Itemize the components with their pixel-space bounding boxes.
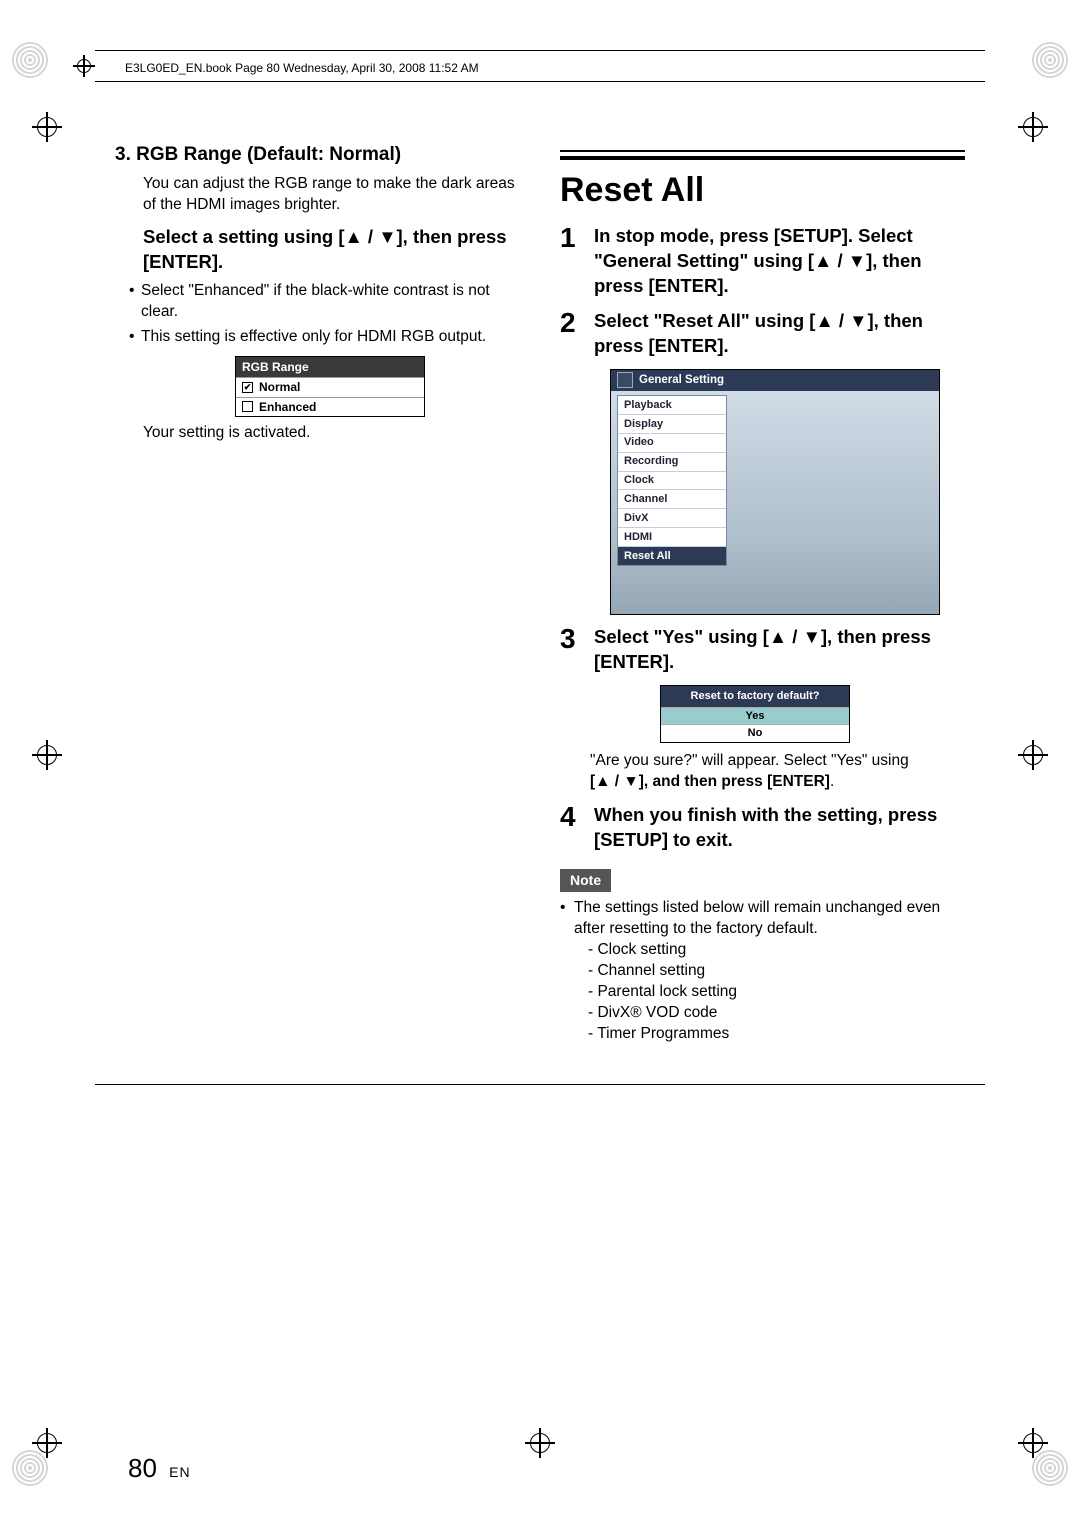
- confirm-followup-line1: "Are you sure?" will appear. Select "Yes…: [590, 751, 965, 772]
- section-description: You can adjust the RGB range to make the…: [143, 174, 520, 216]
- step-number: 1: [560, 224, 584, 299]
- osd-menu-item: Display: [618, 415, 726, 434]
- crop-mark-icon: [1030, 40, 1070, 80]
- note-badge: Note: [560, 869, 611, 892]
- step-2: 2 Select "Reset All" using [▲ / ▼], then…: [560, 309, 965, 359]
- note-item: - Parental lock setting: [588, 982, 965, 1003]
- osd-confirm-dialog: Reset to factory default? Yes No: [660, 685, 850, 744]
- step-number: 3: [560, 625, 584, 675]
- registration-mark-icon: [32, 112, 62, 142]
- osd-title: RGB Range: [236, 357, 424, 377]
- note-item: - Clock setting: [588, 940, 965, 961]
- registration-mark-icon: [73, 55, 95, 77]
- confirm-followup-bold: [▲ / ▼], and then press: [590, 773, 767, 790]
- confirm-followup-line2: [▲ / ▼], and then press [ENTER].: [590, 772, 965, 793]
- section-heading: 3. RGB Range (Default: Normal): [115, 142, 520, 168]
- step-text: Select "Yes" using [▲ / ▼], then press […: [594, 625, 965, 675]
- osd-option-normal: ✔ Normal: [236, 377, 424, 396]
- step-number: 2: [560, 309, 584, 359]
- osd-rgb-range-box: RGB Range ✔ Normal Enhanced: [235, 356, 425, 417]
- settings-icon: [617, 372, 633, 388]
- confirm-followup-enter: [ENTER]: [767, 773, 830, 790]
- confirm-question: Reset to factory default?: [661, 686, 849, 707]
- osd-option-enhanced: Enhanced: [236, 397, 424, 416]
- osd-menu-title: General Setting: [611, 370, 939, 392]
- confirmation-text: Your setting is activated.: [143, 423, 520, 444]
- osd-menu-item: HDMI: [618, 528, 726, 547]
- osd-menu-item: DivX: [618, 509, 726, 528]
- subsection-heading: Select a setting using [▲ / ▼], then pre…: [143, 225, 520, 275]
- step-number: 4: [560, 803, 584, 853]
- registration-mark-icon: [32, 1428, 62, 1458]
- registration-mark-icon: [525, 1428, 555, 1458]
- osd-option-label: Enhanced: [259, 399, 316, 415]
- page-lang: EN: [169, 1464, 190, 1480]
- step-text: In stop mode, press [SETUP]. Select "Gen…: [594, 224, 965, 299]
- note-item: - Timer Programmes: [588, 1024, 965, 1045]
- page-number: 80 EN: [128, 1453, 191, 1484]
- note-lead-text: The settings listed below will remain un…: [560, 898, 965, 940]
- confirm-followup-dot: .: [830, 773, 834, 790]
- registration-mark-icon: [1018, 740, 1048, 770]
- confirm-option-yes: Yes: [661, 707, 849, 725]
- checkbox-unchecked-icon: [242, 401, 253, 412]
- confirm-option-no: No: [661, 724, 849, 742]
- running-header: E3LG0ED_EN.book Page 80 Wednesday, April…: [95, 51, 985, 82]
- registration-mark-icon: [1018, 112, 1048, 142]
- content-area: 3. RGB Range (Default: Normal) You can a…: [95, 82, 985, 1084]
- page-number-value: 80: [128, 1453, 157, 1483]
- note-item: - DivX® VOD code: [588, 1003, 965, 1024]
- checkbox-checked-icon: ✔: [242, 382, 253, 393]
- step-text: Select "Reset All" using [▲ / ▼], then p…: [594, 309, 965, 359]
- step-1: 1 In stop mode, press [SETUP]. Select "G…: [560, 224, 965, 299]
- step-4: 4 When you finish with the setting, pres…: [560, 803, 965, 853]
- step-text: When you finish with the setting, press …: [594, 803, 965, 853]
- osd-menu-list: Playback Display Video Recording Clock C…: [617, 395, 727, 566]
- running-header-text: E3LG0ED_EN.book Page 80 Wednesday, April…: [125, 61, 479, 75]
- osd-menu-item: Clock: [618, 472, 726, 491]
- step-3: 3 Select "Yes" using [▲ / ▼], then press…: [560, 625, 965, 675]
- registration-mark-icon: [1018, 1428, 1048, 1458]
- crop-mark-icon: [10, 40, 50, 80]
- osd-menu-item-selected: Reset All: [618, 547, 726, 565]
- bullet-item: This setting is effective only for HDMI …: [129, 327, 520, 348]
- osd-option-label: Normal: [259, 379, 300, 395]
- note-block: The settings listed below will remain un…: [560, 898, 965, 1044]
- osd-menu-item: Channel: [618, 490, 726, 509]
- bullet-item: Select "Enhanced" if the black-white con…: [129, 281, 520, 323]
- page-title: Reset All: [560, 156, 965, 214]
- bullet-list: Select "Enhanced" if the black-white con…: [129, 281, 520, 348]
- osd-menu-item: Video: [618, 434, 726, 453]
- osd-general-setting-menu: General Setting Playback Display Video R…: [610, 369, 940, 615]
- osd-menu-title-text: General Setting: [639, 374, 724, 386]
- registration-mark-icon: [32, 740, 62, 770]
- left-column: 3. RGB Range (Default: Normal) You can a…: [115, 142, 520, 1044]
- note-item: - Channel setting: [588, 961, 965, 982]
- page-frame: E3LG0ED_EN.book Page 80 Wednesday, April…: [95, 50, 985, 1085]
- osd-menu-item: Playback: [618, 396, 726, 415]
- osd-menu-item: Recording: [618, 453, 726, 472]
- right-column: Reset All 1 In stop mode, press [SETUP].…: [560, 142, 965, 1044]
